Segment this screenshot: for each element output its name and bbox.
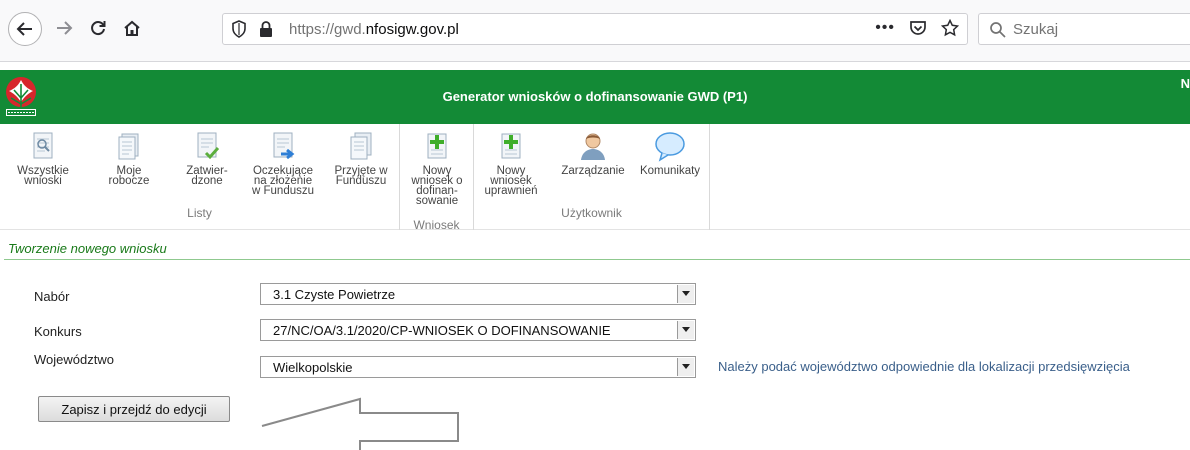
speech-bubble-icon bbox=[655, 132, 685, 162]
pending-label: Oczekujące na złożenie w Funduszu bbox=[252, 165, 315, 197]
home-icon bbox=[124, 20, 140, 36]
lock-icon[interactable] bbox=[259, 20, 273, 38]
header-cut-text: N bbox=[1180, 76, 1190, 91]
management-button[interactable]: Zarządzanie bbox=[556, 130, 630, 177]
browser-toolbar: https://gwd.nfosigw.gov.pl ••• Szukaj bbox=[0, 0, 1190, 62]
chevron-down-icon[interactable] bbox=[677, 358, 694, 376]
back-button[interactable] bbox=[8, 12, 42, 46]
accepted-button[interactable]: Przyjęte w Funduszu bbox=[330, 130, 392, 187]
app-title: Generator wniosków o dofinansowanie GWD … bbox=[442, 89, 748, 104]
documents-stack-icon bbox=[350, 132, 372, 160]
management-label: Zarządzanie bbox=[561, 165, 625, 177]
all-applications-label: Wszystkie wnioski bbox=[17, 165, 69, 187]
document-send-icon bbox=[273, 132, 295, 160]
my-drafts-button[interactable]: Moje robocze bbox=[98, 130, 160, 187]
group-label-wniosek: Wniosek bbox=[413, 218, 460, 232]
konkurs-select[interactable]: 27/NC/OA/3.1/2020/CP-WNIOSEK O DOFINANSO… bbox=[260, 319, 696, 341]
document-check-icon bbox=[197, 132, 220, 160]
nabor-label: Nabór bbox=[34, 289, 70, 304]
group-label-uzytkownik: Użytkownik bbox=[561, 206, 622, 220]
pending-button[interactable]: Oczekujące na złożenie w Funduszu bbox=[252, 130, 315, 197]
document-search-icon bbox=[33, 132, 53, 159]
url-text: https://gwd.nfosigw.gov.pl bbox=[289, 21, 459, 38]
nabor-select[interactable]: 3.1 Czyste Powietrze bbox=[260, 283, 696, 305]
wojewodztwo-select[interactable]: Wielkopolskie bbox=[260, 356, 696, 378]
shield-icon[interactable] bbox=[231, 20, 247, 38]
app-header: Generator wniosków o dofinansowanie GWD … bbox=[0, 70, 1190, 124]
search-input[interactable]: Szukaj bbox=[978, 13, 1190, 45]
home-button[interactable] bbox=[118, 14, 146, 42]
user-icon bbox=[581, 133, 605, 160]
new-permission-application-label: Nowy wniosek uprawnień bbox=[484, 165, 538, 197]
accepted-label: Przyjęte w Funduszu bbox=[334, 165, 388, 187]
url-actions: ••• bbox=[875, 19, 959, 37]
chevron-down-icon[interactable] bbox=[677, 321, 694, 339]
approved-label: Zatwier- dzone bbox=[186, 165, 228, 187]
search-placeholder: Szukaj bbox=[1013, 21, 1059, 38]
section-divider bbox=[4, 259, 1190, 260]
reload-button[interactable] bbox=[84, 14, 112, 42]
url-bar[interactable]: https://gwd.nfosigw.gov.pl ••• bbox=[222, 13, 968, 45]
all-applications-button[interactable]: Wszystkie wnioski bbox=[12, 130, 74, 187]
approved-button[interactable]: Zatwier- dzone bbox=[176, 130, 238, 187]
reload-icon bbox=[91, 21, 106, 36]
arrow-left-icon bbox=[16, 22, 32, 36]
pointer-arrow-icon bbox=[261, 397, 459, 450]
ribbon-toolbar: Listy Wniosek Użytkownik Wszystkie wnios… bbox=[0, 124, 1190, 232]
messages-button[interactable]: Komunikaty bbox=[634, 130, 706, 177]
my-drafts-label: Moje robocze bbox=[108, 165, 150, 187]
nabor-value: 3.1 Czyste Powietrze bbox=[273, 287, 396, 302]
documents-icon bbox=[118, 133, 139, 160]
new-permission-application-button[interactable]: Nowy wniosek uprawnień bbox=[480, 130, 542, 197]
wojewodztwo-label: Województwo bbox=[34, 352, 114, 367]
messages-label: Komunikaty bbox=[639, 165, 701, 177]
document-add-icon bbox=[427, 133, 447, 159]
new-funding-application-button[interactable]: Nowy wniosek o dofinan- sowanie bbox=[406, 130, 468, 207]
konkurs-value: 27/NC/OA/3.1/2020/CP-WNIOSEK O DOFINANSO… bbox=[273, 323, 611, 338]
wojewodztwo-hint: Należy podać województwo odpowiednie dla… bbox=[718, 359, 1130, 374]
chevron-down-icon[interactable] bbox=[677, 285, 694, 303]
page-actions-button[interactable]: ••• bbox=[875, 19, 895, 37]
konkurs-label: Konkurs bbox=[34, 324, 82, 339]
section-title: Tworzenie nowego wniosku bbox=[8, 241, 167, 256]
forward-button[interactable] bbox=[50, 14, 78, 42]
star-icon[interactable] bbox=[941, 19, 959, 37]
pocket-icon[interactable] bbox=[909, 19, 927, 37]
save-and-edit-button[interactable]: Zapisz i przejdź do edycji bbox=[38, 396, 230, 422]
group-label-listy: Listy bbox=[187, 206, 212, 220]
document-add-icon bbox=[501, 133, 521, 159]
wojewodztwo-value: Wielkopolskie bbox=[273, 360, 353, 375]
arrow-right-icon bbox=[57, 21, 73, 35]
new-funding-application-label: Nowy wniosek o dofinan- sowanie bbox=[411, 165, 463, 207]
search-icon bbox=[990, 22, 1006, 38]
